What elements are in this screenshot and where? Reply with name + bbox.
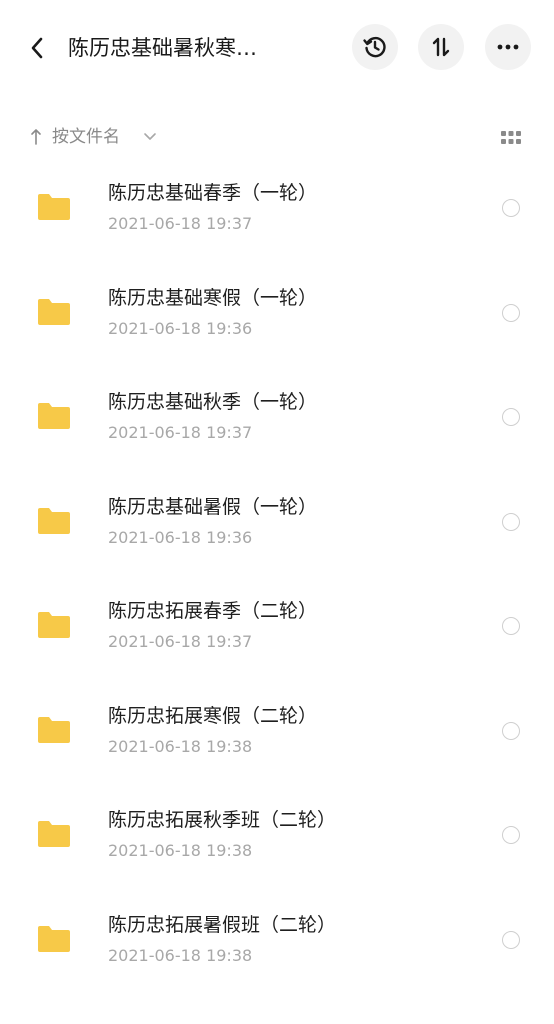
file-date: 2021-06-18 19:38 [108, 736, 253, 756]
grid-view-icon[interactable] [500, 128, 522, 148]
select-checkbox[interactable] [502, 303, 520, 322]
file-name: 陈历忠基础寒假（一轮） [108, 286, 318, 309]
file-name: 陈历忠拓展秋季班（二轮） [108, 809, 337, 831]
folder-icon [38, 925, 70, 952]
top-bar: 陈历忠基础暑秋寒… [0, 0, 554, 96]
list-item[interactable]: 陈历忠基础秋季（一轮） 2021-06-18 19:37 [0, 367, 554, 472]
list-item[interactable]: 陈历忠基础春季（一轮） 2021-06-18 19:37 [0, 158, 554, 263]
select-checkbox[interactable] [502, 408, 520, 426]
folder-icon [38, 403, 70, 429]
list-item[interactable]: 陈历忠拓展暑假班（二轮） 2021-06-18 19:38 [0, 890, 554, 995]
arrow-up-icon [28, 126, 44, 148]
chevron-down-icon[interactable] [142, 128, 158, 144]
sort-icon [432, 37, 450, 57]
file-name: 陈历忠拓展暑假班（二轮） [108, 913, 337, 936]
page-title: 陈历忠基础暑秋寒… [68, 36, 257, 60]
file-name: 陈历忠拓展寒假（二轮） [108, 704, 318, 727]
list-item[interactable]: 陈历忠基础暑假（一轮） 2021-06-18 19:36 [0, 472, 554, 577]
folder-icon [38, 821, 70, 847]
select-checkbox[interactable] [502, 617, 520, 635]
select-checkbox[interactable] [502, 930, 520, 949]
file-name: 陈历忠拓展春季（二轮） [108, 600, 318, 622]
file-name: 陈历忠基础暑假（一轮） [108, 495, 318, 518]
select-checkbox[interactable] [502, 721, 520, 740]
file-name: 陈历忠基础春季（一轮） [108, 182, 318, 204]
list-item[interactable]: 陈历忠拓展寒假（二轮） 2021-06-18 19:38 [0, 681, 554, 786]
back-button[interactable] [22, 30, 52, 66]
sort-by-name-toggle[interactable]: 按文件名 [52, 124, 120, 150]
file-date: 2021-06-18 19:36 [108, 318, 253, 338]
folder-icon [38, 716, 70, 743]
file-date: 2021-06-18 19:37 [108, 214, 253, 233]
folder-icon [38, 194, 70, 220]
select-checkbox[interactable] [502, 512, 520, 531]
file-date: 2021-06-18 19:38 [108, 945, 253, 965]
file-date: 2021-06-18 19:36 [108, 527, 253, 547]
history-icon [363, 36, 386, 58]
more-button[interactable] [485, 24, 531, 70]
file-name: 陈历忠基础秋季（一轮） [108, 391, 318, 413]
folder-icon [38, 298, 70, 325]
select-checkbox[interactable] [502, 199, 520, 217]
sort-bar: 按文件名 [0, 118, 554, 158]
folder-icon [38, 507, 70, 534]
more-icon [497, 44, 519, 50]
history-button[interactable] [352, 24, 398, 70]
file-list: 陈历忠基础春季（一轮） 2021-06-18 19:37 陈历忠基础寒假（一轮）… [0, 158, 554, 994]
sort-button[interactable] [418, 24, 464, 70]
file-date: 2021-06-18 19:37 [108, 423, 253, 442]
list-item[interactable]: 陈历忠拓展春季（二轮） 2021-06-18 19:37 [0, 576, 554, 681]
select-checkbox[interactable] [502, 826, 520, 844]
list-item[interactable]: 陈历忠拓展秋季班（二轮） 2021-06-18 19:38 [0, 785, 554, 890]
file-date: 2021-06-18 19:38 [108, 841, 253, 860]
folder-icon [38, 612, 70, 638]
file-date: 2021-06-18 19:37 [108, 632, 253, 651]
list-item[interactable]: 陈历忠基础寒假（一轮） 2021-06-18 19:36 [0, 263, 554, 368]
chevron-left-icon [31, 37, 43, 59]
